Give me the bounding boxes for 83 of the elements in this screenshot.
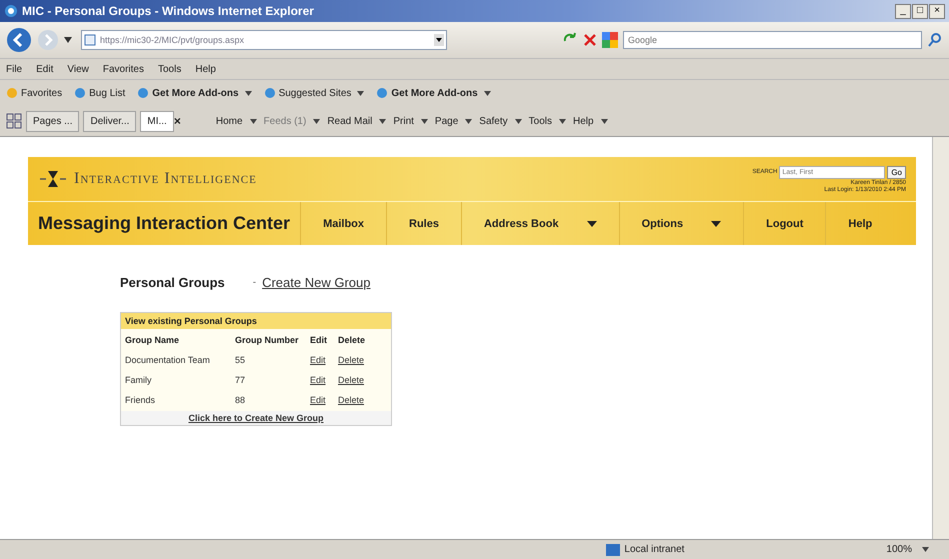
back-icon[interactable] bbox=[6, 27, 32, 53]
delete-link[interactable]: Delete bbox=[338, 395, 378, 405]
table-cell-text: Friends bbox=[125, 395, 156, 405]
favorites-item[interactable]: Get More Add-ons bbox=[391, 88, 481, 98]
logo-text: Interactive Intelligence bbox=[74, 170, 257, 188]
close-tab-button[interactable]: × bbox=[174, 114, 181, 128]
menu-item[interactable]: File bbox=[6, 64, 22, 74]
table-cell-text: Family bbox=[125, 375, 152, 385]
go-button[interactable]: Go bbox=[887, 166, 906, 178]
menu-item[interactable]: Favorites bbox=[102, 64, 144, 74]
command-button[interactable]: Read Mail bbox=[324, 116, 376, 126]
table-cell-text: 55 bbox=[235, 355, 246, 365]
caret-icon[interactable] bbox=[244, 90, 252, 96]
security-zone: Local intranet bbox=[606, 544, 776, 556]
column-header: Edit bbox=[310, 335, 328, 345]
table-cell-text: 88 bbox=[235, 395, 246, 405]
search-icon[interactable] bbox=[927, 32, 943, 48]
caret-icon[interactable] bbox=[250, 118, 257, 124]
quick-tabs-icon[interactable] bbox=[6, 113, 22, 129]
command-button[interactable]: Help bbox=[570, 116, 597, 126]
caret-icon[interactable] bbox=[586, 220, 597, 226]
command-button[interactable]: Tools bbox=[526, 116, 555, 126]
edit-link[interactable]: Edit bbox=[310, 395, 338, 405]
nav-item[interactable]: Options bbox=[618, 202, 744, 245]
caret-icon[interactable] bbox=[379, 118, 386, 124]
browser-tab[interactable]: Deliver... bbox=[83, 110, 136, 132]
browser-icon bbox=[4, 4, 18, 18]
window-control-button[interactable]: □ bbox=[912, 4, 928, 18]
dropdown-icon[interactable] bbox=[434, 34, 444, 46]
nav-item[interactable]: Rules bbox=[386, 202, 461, 245]
zoom-level[interactable]: 100% bbox=[846, 544, 912, 555]
nav-item[interactable]: Help bbox=[825, 202, 894, 245]
caret-icon[interactable] bbox=[922, 547, 929, 552]
scrollbar[interactable] bbox=[932, 137, 949, 539]
command-button[interactable]: Page bbox=[432, 116, 462, 126]
page-heading: Personal Groups bbox=[120, 275, 225, 290]
favorites-item[interactable]: Suggested Sites bbox=[278, 88, 354, 98]
window-control-button[interactable]: _ bbox=[895, 4, 911, 18]
browser-tab[interactable]: Pages ... bbox=[26, 110, 80, 132]
menu-item[interactable]: View bbox=[67, 64, 89, 74]
caret-icon[interactable] bbox=[559, 118, 566, 124]
favorites-item[interactable]: Get More Add-ons bbox=[152, 88, 242, 98]
logo-icon bbox=[38, 169, 68, 189]
address-field[interactable]: https://mic30-2/MIC/pvt/groups.aspx bbox=[81, 30, 447, 50]
favorites-item[interactable]: Bug List bbox=[89, 88, 126, 98]
table-cell-text: Documentation Team bbox=[125, 355, 211, 365]
create-group-link[interactable]: Create New Group bbox=[262, 275, 370, 290]
nav-item[interactable]: Mailbox bbox=[300, 202, 386, 245]
edit-link[interactable]: Edit bbox=[310, 375, 338, 385]
nav-item[interactable]: Address Book bbox=[460, 202, 619, 245]
window-title: MIC - Personal Groups - Windows Internet Explorer bbox=[22, 4, 314, 18]
delete-link[interactable]: Delete bbox=[338, 355, 378, 365]
column-header: Delete bbox=[338, 335, 366, 345]
search-provider-icon bbox=[602, 32, 618, 48]
caret-icon[interactable] bbox=[64, 37, 72, 43]
stop-icon[interactable] bbox=[583, 33, 597, 47]
command-button[interactable]: Print bbox=[390, 116, 417, 126]
bullet-mark: - bbox=[252, 277, 256, 288]
column-header: Group Name bbox=[125, 335, 180, 345]
menu-item[interactable]: Edit bbox=[36, 64, 54, 74]
table-cell-text: 77 bbox=[235, 375, 246, 385]
caret-icon[interactable] bbox=[357, 90, 364, 96]
menu-item[interactable]: Help bbox=[195, 64, 216, 74]
caret-icon[interactable] bbox=[420, 118, 428, 124]
caret-icon[interactable] bbox=[600, 118, 608, 124]
caret-icon[interactable] bbox=[313, 118, 320, 124]
edit-link[interactable]: Edit bbox=[310, 355, 338, 365]
caret-icon[interactable] bbox=[465, 118, 472, 124]
command-button[interactable]: Home bbox=[212, 116, 246, 126]
nav-item[interactable]: Logout bbox=[743, 202, 826, 245]
command-button[interactable]: Safety bbox=[476, 116, 511, 126]
browser-tab[interactable]: MI... bbox=[140, 110, 174, 132]
table-caption: View existing Personal Groups bbox=[121, 313, 391, 329]
caret-icon[interactable] bbox=[514, 118, 522, 124]
menu-item[interactable]: Tools bbox=[158, 64, 182, 74]
caret-icon[interactable] bbox=[484, 90, 491, 96]
favorites-item[interactable]: Favorites bbox=[21, 88, 62, 98]
window-control-button[interactable]: × bbox=[929, 4, 945, 18]
app-title: Messaging Interaction Center bbox=[38, 213, 290, 234]
caret-icon[interactable] bbox=[711, 220, 722, 226]
delete-link[interactable]: Delete bbox=[338, 375, 378, 385]
search-field[interactable]: Google bbox=[623, 31, 922, 49]
column-header: Group Number bbox=[235, 335, 300, 345]
